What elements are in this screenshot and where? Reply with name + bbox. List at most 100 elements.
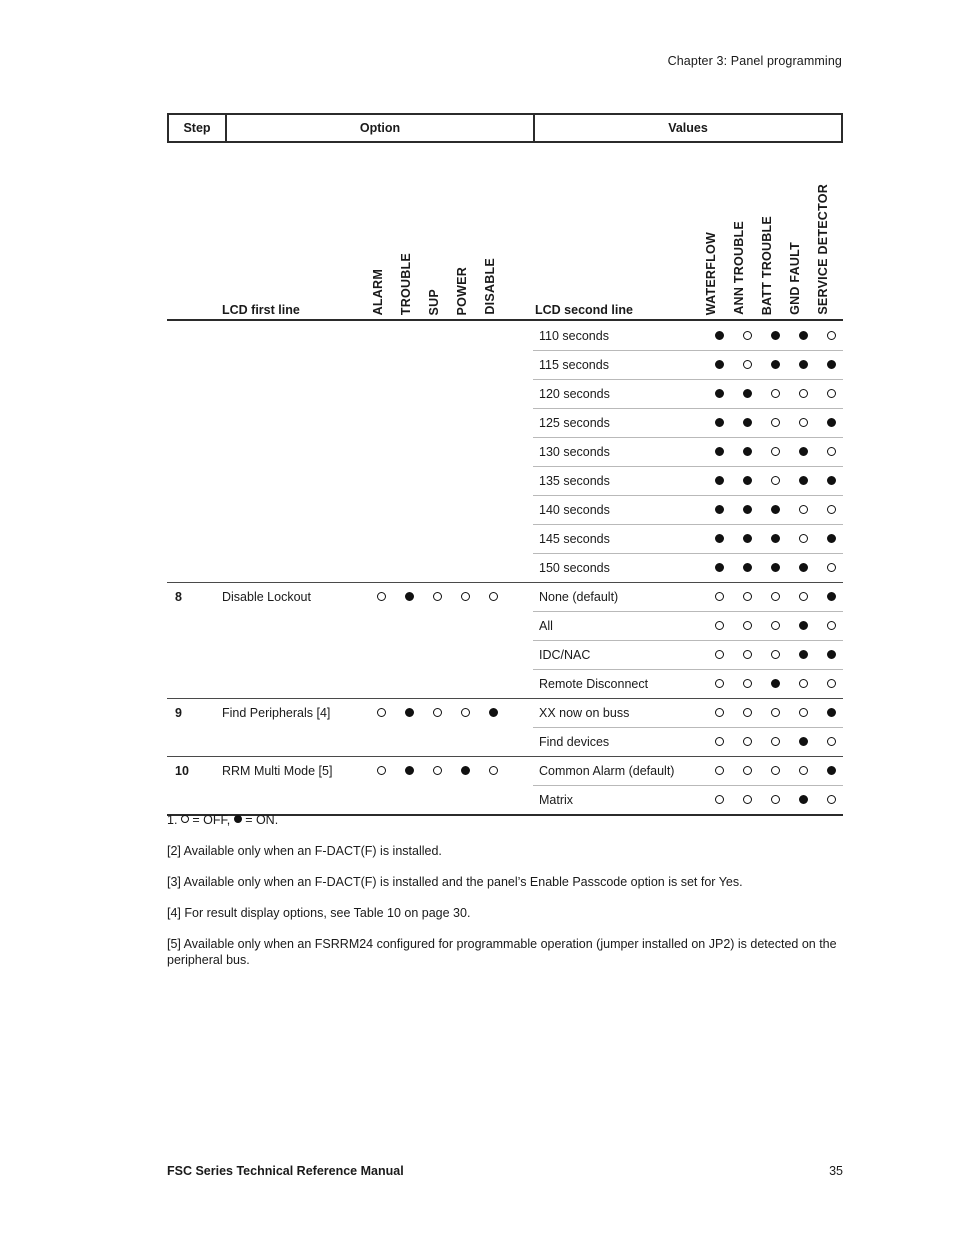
state-off-icon [771, 447, 780, 456]
table-body: 110 seconds 115 seconds 120 seconds 125 sec… [167, 321, 843, 814]
table-row: 10 RRM Multi Mode [5] Common Alarm (defaul… [167, 756, 843, 785]
cell-step: 8 [175, 589, 182, 604]
table-row: 115 seconds [167, 350, 843, 379]
state-off-icon [827, 737, 836, 746]
state-off-icon [461, 708, 470, 717]
state-off-icon [799, 534, 808, 543]
state-off-icon [743, 737, 752, 746]
state-off-icon [715, 737, 724, 746]
state-off-icon [377, 708, 386, 717]
cell-value-flags [715, 437, 843, 466]
table-row: 140 seconds [167, 495, 843, 524]
cell-value-flags [715, 350, 843, 379]
cell-value-flags [715, 408, 843, 437]
cell-value-flags [715, 698, 843, 727]
cell-lcd-second-line: 120 seconds [539, 386, 610, 401]
cell-option-flags [377, 785, 533, 814]
column-header-step: Step [169, 115, 227, 141]
footnote-1-mid: = OFF, [188, 813, 234, 827]
footnote-3: [3] Available only when an F-DACT(F) is … [167, 874, 743, 889]
legend-off-icon [180, 815, 189, 823]
flag-label-power: POWER [455, 266, 469, 315]
footnotes: 1. = OFF, = ON. [2] Available only when … [167, 812, 847, 969]
state-on-icon [827, 534, 836, 543]
cell-step: 9 [175, 705, 182, 720]
state-on-icon [743, 476, 752, 485]
flag-label-batt-trouble: BATT TROUBLE [760, 215, 774, 315]
state-off-icon [743, 592, 752, 601]
state-off-icon [771, 621, 780, 630]
state-on-icon [827, 360, 836, 369]
legend-on-icon [233, 815, 242, 823]
state-on-icon [461, 766, 470, 775]
state-on-icon [489, 708, 498, 717]
state-off-icon [799, 679, 808, 688]
column-header-values: Values [668, 121, 708, 135]
state-on-icon [771, 534, 780, 543]
cell-value-flags [715, 321, 843, 350]
state-off-icon [799, 418, 808, 427]
flag-label-waterflow: WATERFLOW [704, 231, 718, 315]
cell-option-flags [377, 582, 533, 611]
state-off-icon [771, 650, 780, 659]
table-row: 135 seconds [167, 466, 843, 495]
state-off-icon [771, 795, 780, 804]
state-off-icon [827, 621, 836, 630]
cell-lcd-second-line: 130 seconds [539, 444, 610, 459]
state-on-icon [771, 505, 780, 514]
cell-lcd-second-line: 135 seconds [539, 473, 610, 488]
state-off-icon [827, 447, 836, 456]
table-row: All [167, 611, 843, 640]
state-off-icon [771, 592, 780, 601]
cell-option-flags [377, 495, 533, 524]
state-on-icon [715, 476, 724, 485]
state-off-icon [743, 331, 752, 340]
cell-option-flags [377, 611, 533, 640]
cell-lcd-second-line: 145 seconds [539, 531, 610, 546]
state-on-icon [743, 534, 752, 543]
state-on-icon [799, 331, 808, 340]
state-off-icon [715, 708, 724, 717]
flag-label-disable: DISABLE [483, 258, 497, 315]
vertical-flag-labels: ALARM TROUBLE SUP POWER DISABLE WATERFLOW ANN … [167, 145, 843, 315]
state-off-icon [433, 766, 442, 775]
state-off-icon [771, 737, 780, 746]
footnote-1-suffix: = ON. [241, 813, 279, 827]
cell-value-flags [715, 524, 843, 553]
state-on-icon [715, 534, 724, 543]
document-page: Chapter 3: Panel programming Step Option… [0, 0, 954, 1235]
state-off-icon [771, 766, 780, 775]
state-off-icon [743, 679, 752, 688]
options-table: Step Option Values ALARM TROUBLE SUP POWER D… [167, 113, 843, 816]
cell-option-flags [377, 350, 533, 379]
state-on-icon [743, 389, 752, 398]
flag-label-alarm: ALARM [371, 268, 385, 315]
cell-value-flags [715, 466, 843, 495]
flag-label-service-detector: SERVICE DETECTOR [816, 184, 830, 315]
cell-option-flags [377, 321, 533, 350]
flag-label-ann-trouble: ANN TROUBLE [732, 221, 746, 315]
state-off-icon [799, 708, 808, 717]
cell-lcd-second-line: Find devices [539, 734, 610, 749]
footer-title: FSC Series Technical Reference Manual [167, 1164, 404, 1178]
state-on-icon [771, 360, 780, 369]
state-off-icon [771, 389, 780, 398]
state-off-icon [799, 592, 808, 601]
cell-value-flags [715, 669, 843, 698]
cell-option-flags [377, 553, 533, 582]
subheader-lcd-first-line: LCD first line [222, 303, 300, 317]
flag-label-trouble: TROUBLE [399, 252, 413, 315]
running-head: Chapter 3: Panel programming [667, 54, 842, 68]
cell-option-flags [377, 466, 533, 495]
cell-option-flags [377, 640, 533, 669]
footnote-1: 1. = OFF, = ON. [167, 812, 847, 829]
table-row: 110 seconds [167, 321, 843, 350]
state-off-icon [743, 650, 752, 659]
state-on-icon [827, 476, 836, 485]
state-on-icon [799, 650, 808, 659]
flag-label-gnd-fault: GND FAULT [788, 242, 802, 315]
table-row: 9 Find Peripherals [4] XX now on buss [167, 698, 843, 727]
state-off-icon [827, 679, 836, 688]
state-off-icon [799, 389, 808, 398]
state-on-icon [799, 360, 808, 369]
